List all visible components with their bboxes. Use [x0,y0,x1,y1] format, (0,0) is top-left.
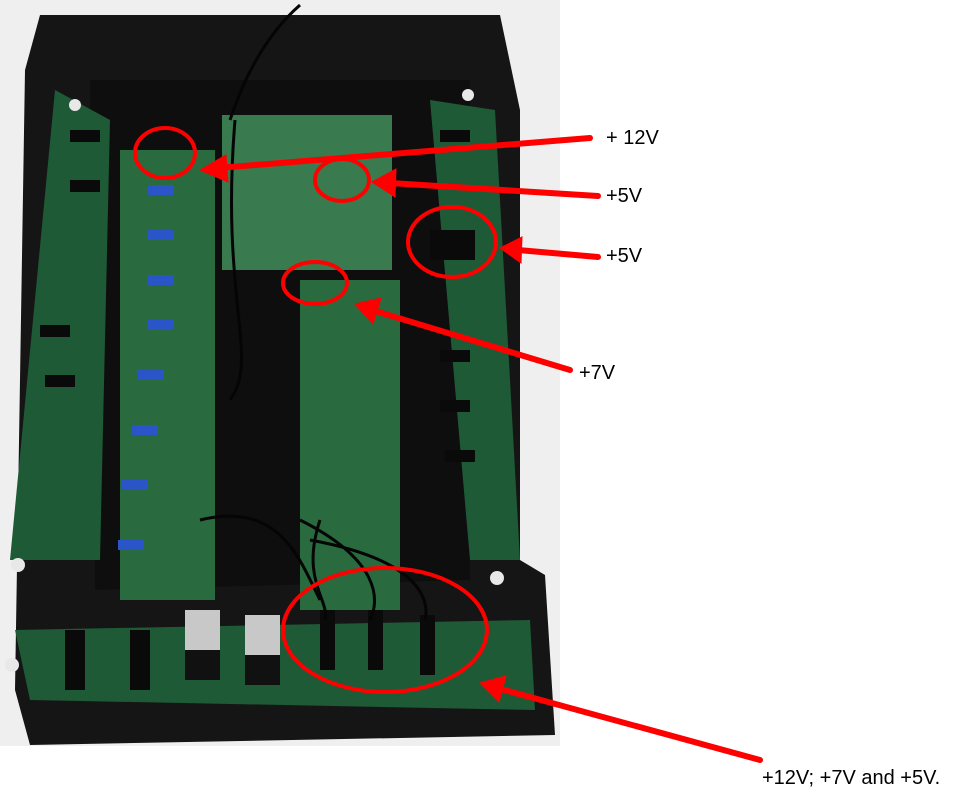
circle-7v [281,260,349,306]
label-plus-5v-top: +5V [606,185,643,207]
arrow-combined [494,685,763,763]
label-plus-5v-right: +5V [606,245,643,267]
circle-combined [281,566,489,694]
arrow-5v-top [387,180,601,199]
arrow-7v [369,307,573,373]
label-combined: +12V; +7V and +5V. [762,767,941,789]
annotation-overlay [133,126,763,763]
circle-5v-right [406,205,498,279]
label-plus-7v: +7V [579,362,616,384]
circle-12v [133,126,197,180]
circle-5v-top [313,157,371,203]
arrow-12v [215,135,593,171]
label-plus-12v: + 12V [606,127,659,149]
arrow-5v-right [515,247,601,260]
